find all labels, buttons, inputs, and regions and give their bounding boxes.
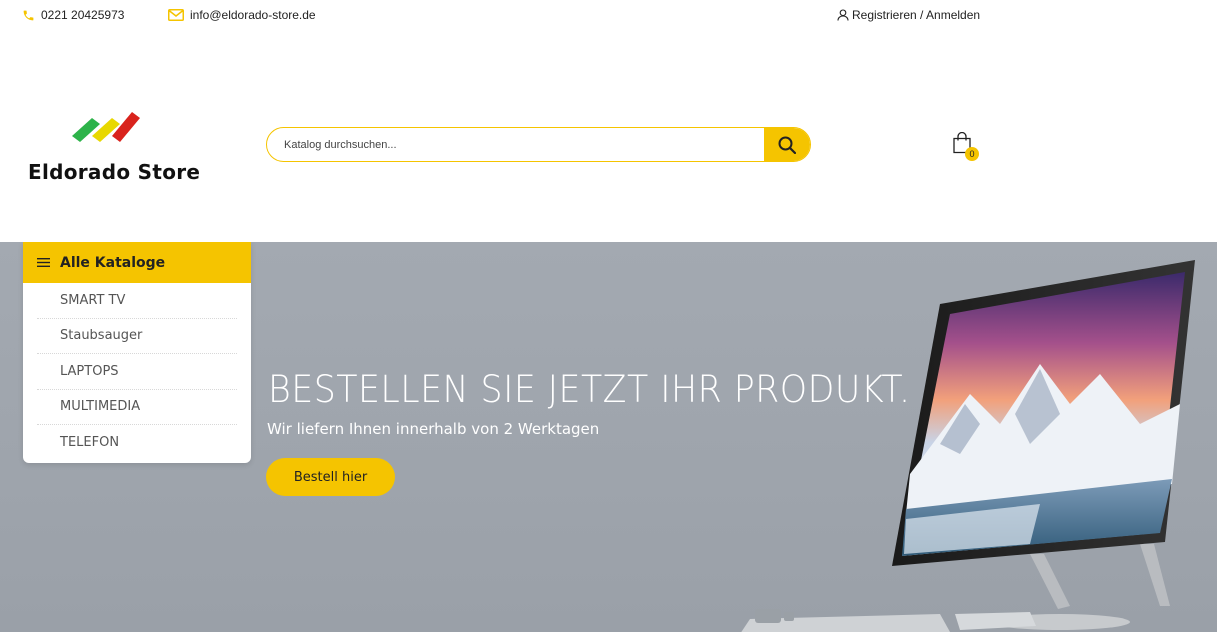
store-logo[interactable]: Eldorado Store <box>28 108 200 188</box>
phone-number: 0221 20425973 <box>41 8 125 22</box>
cart-button[interactable]: 0 <box>952 131 979 162</box>
search-button[interactable] <box>764 128 810 161</box>
account-label: Registrieren / Anmelden <box>852 8 981 22</box>
category-menu: Alle Kataloge SMART TV Staubsauger LAPTO… <box>23 242 251 463</box>
account-link[interactable]: Registrieren / Anmelden <box>837 8 980 22</box>
user-icon <box>837 9 849 21</box>
category-item-laptops[interactable]: LAPTOPS <box>37 354 237 390</box>
search-icon <box>778 136 796 154</box>
menu-icon <box>37 258 50 267</box>
email-address: info@eldorado-store.de <box>190 8 316 22</box>
email-link[interactable]: info@eldorado-store.de <box>168 8 316 22</box>
cart-count-badge: 0 <box>965 147 979 161</box>
phone-link[interactable]: 0221 20425973 <box>22 8 124 22</box>
hero-banner: Alle Kataloge SMART TV Staubsauger LAPTO… <box>0 242 1217 632</box>
category-item-smart-tv[interactable]: SMART TV <box>37 283 237 319</box>
category-menu-title: Alle Kataloge <box>60 254 166 271</box>
search-bar <box>266 127 811 162</box>
hero-subtitle: Wir liefern Ihnen innerhalb von 2 Werkta… <box>267 420 600 438</box>
category-menu-header[interactable]: Alle Kataloge <box>23 242 251 283</box>
monitor-product-image <box>741 260 1195 632</box>
logo-mark-icon <box>72 112 140 142</box>
category-item-staubsauger[interactable]: Staubsauger <box>37 319 237 354</box>
order-now-button[interactable]: Bestell hier <box>266 458 395 496</box>
category-item-telefon[interactable]: TELEFON <box>37 425 237 461</box>
top-bar: 0221 20425973 info@eldorado-store.de Reg… <box>0 0 1217 32</box>
phone-icon <box>23 10 34 20</box>
mail-icon <box>168 9 184 21</box>
search-input[interactable] <box>267 128 764 161</box>
logo-text: Eldorado Store <box>28 160 201 184</box>
category-list: SMART TV Staubsauger LAPTOPS MULTIMEDIA … <box>23 283 251 463</box>
category-item-multimedia[interactable]: MULTIMEDIA <box>37 390 237 425</box>
